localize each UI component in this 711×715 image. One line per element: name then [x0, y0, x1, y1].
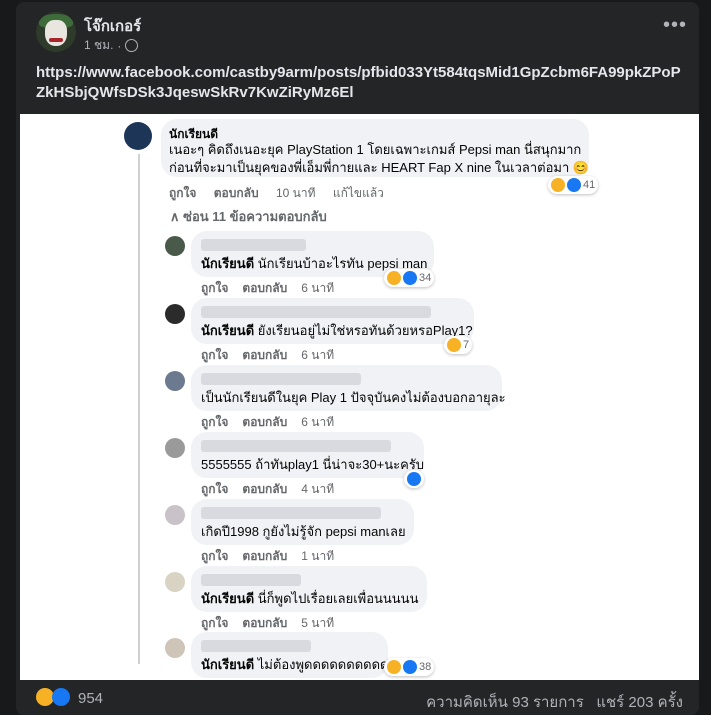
post-meta: 1 ชม. ·	[84, 36, 139, 55]
like-icon	[407, 472, 421, 486]
reply-avatar	[165, 638, 185, 658]
reply-link[interactable]: ตอบกลับ	[242, 281, 287, 295]
meta-dot: ·	[117, 38, 122, 53]
author-avatar[interactable]	[36, 12, 76, 52]
main-comment-reactions[interactable]: 41	[548, 176, 599, 194]
reply-actions: ถูกใจ ตอบกลับ 6 นาที	[201, 279, 334, 298]
reply-link[interactable]: ตอบกลับ	[214, 186, 259, 200]
reply-avatar	[165, 236, 185, 256]
reply-actions: ถูกใจ ตอบกลับ 6 นาที	[201, 413, 334, 432]
reply-actions: ถูกใจ ตอบกลับ 4 นาที	[201, 480, 334, 499]
like-link[interactable]: ถูกใจ	[201, 415, 228, 429]
reply-reactions[interactable]: 34	[384, 269, 435, 287]
reply-actions: ถูกใจ ตอบกลับ 6 นาที	[201, 346, 334, 365]
attached-screenshot[interactable]: นักเรียนดี เนอะๆ คิดถึงเนอะยุค PlayStati…	[20, 114, 699, 680]
reaction-count[interactable]: 954	[78, 690, 103, 707]
reply-text: เกิดปี1998 กูยังไม่รู้จัก pepsi manเลย	[201, 524, 406, 539]
reply-link[interactable]: ตอบกลับ	[242, 616, 287, 630]
blurred-name	[201, 306, 431, 318]
thread-line	[138, 154, 140, 664]
reply-bubble: เป็นนักเรียนดีในยุค Play 1 ปัจจุบันคงไม่…	[191, 365, 506, 411]
reply-reactions[interactable]: 7	[444, 336, 473, 354]
reply-time[interactable]: 6 นาที	[301, 415, 334, 429]
reply-bubble: 5555555 ถ้าทันplay1 นี่น่าจะ30+นะครับ	[191, 432, 424, 478]
main-comment-line1: เนอะๆ คิดถึงเนอะยุค PlayStation 1 โดยเฉพ…	[169, 142, 582, 157]
like-icon[interactable]	[52, 688, 70, 706]
blurred-name	[201, 440, 391, 452]
reply-reactions[interactable]	[404, 470, 424, 488]
reply-bubble: นักเรียนดี ไม่ต้องพูดดดดดดดดดด	[191, 632, 388, 678]
reply-text: นักเรียนดี นี่ก็พูดไปเรื่อยเลยเพื่อนนนนน	[201, 591, 419, 606]
reply-link[interactable]: ตอบกลับ	[242, 348, 287, 362]
reply-bubble: นักเรียนดี ยังเรียนอยู่ไม่ใช่หรอทันด้วยห…	[191, 298, 474, 344]
like-link[interactable]: ถูกใจ	[201, 482, 228, 496]
like-link[interactable]: ถูกใจ	[201, 281, 228, 295]
hide-replies-link[interactable]: ∧ ซ่อน 11 ข้อความตอบกลับ	[170, 206, 327, 227]
author-name[interactable]: โจ๊กเกอร์	[84, 14, 141, 38]
reply-avatar	[165, 572, 185, 592]
blurred-name	[201, 574, 301, 586]
reply-link[interactable]: ตอบกลับ	[242, 415, 287, 429]
reply-avatar	[165, 438, 185, 458]
more-options-icon[interactable]: •••	[663, 15, 687, 35]
reply-link[interactable]: ตอบกลับ	[242, 549, 287, 563]
like-link[interactable]: ถูกใจ	[201, 348, 228, 362]
reply-text: นักเรียนดี ไม่ต้องพูดดดดดดดดดด	[201, 657, 389, 672]
post-stats: ความคิดเห็น 93 รายการ แชร์ 203 ครั้ง	[426, 690, 683, 714]
like-link[interactable]: ถูกใจ	[201, 616, 228, 630]
like-link[interactable]: ถูกใจ	[201, 549, 228, 563]
haha-icon	[447, 338, 461, 352]
blurred-name	[201, 507, 381, 519]
reply-text: เป็นนักเรียนดีในยุค Play 1 ปัจจุบันคงไม่…	[201, 390, 506, 405]
reply-link[interactable]: ตอบกลับ	[242, 482, 287, 496]
reply-bubble: เกิดปี1998 กูยังไม่รู้จัก pepsi manเลย	[191, 499, 414, 545]
reply-actions: ถูกใจ ตอบกลับ 1 นาที	[201, 547, 334, 566]
main-comment-line2: ก่อนที่จะมาเป็นยุคของพี่เอ็มพี่กายและ HE…	[169, 160, 590, 175]
reply-time[interactable]: 6 นาที	[301, 281, 334, 295]
reply-text: นักเรียนดี ยังเรียนอยู่ไม่ใช่หรอทันด้วยห…	[201, 323, 473, 338]
blurred-name	[201, 239, 306, 251]
comment-time[interactable]: 10 นาที	[276, 186, 316, 200]
reply-time[interactable]: 5 นาที	[301, 616, 334, 630]
like-icon	[567, 178, 581, 192]
haha-icon	[551, 178, 565, 192]
reply-reactions[interactable]: 38	[384, 658, 435, 676]
shares-count[interactable]: แชร์ 203 ครั้ง	[596, 694, 683, 711]
commenter-avatar	[124, 122, 152, 150]
like-icon	[403, 660, 417, 674]
reply-avatar	[165, 505, 185, 525]
reply-avatar	[165, 304, 185, 324]
reply-time[interactable]: 4 นาที	[301, 482, 334, 496]
like-link[interactable]: ถูกใจ	[169, 186, 196, 200]
reply-bubble: นักเรียนดี นี่ก็พูดไปเรื่อยเลยเพื่อนนนนน	[191, 566, 427, 612]
edited-label: แก้ไขแล้ว	[332, 186, 384, 200]
blurred-name	[201, 373, 361, 385]
reply-time[interactable]: 1 นาที	[301, 549, 334, 563]
reply-actions: ถูกใจ ตอบกลับ 5 นาที	[201, 614, 334, 633]
post-footer: 954 ความคิดเห็น 93 รายการ แชร์ 203 ครั้ง	[16, 680, 699, 715]
reply-avatar	[165, 371, 185, 391]
comments-count[interactable]: ความคิดเห็น 93 รายการ	[426, 694, 584, 711]
post-time[interactable]: 1 ชม.	[84, 36, 113, 55]
like-icon	[403, 271, 417, 285]
haha-icon	[387, 660, 401, 674]
reply-time[interactable]: 6 นาที	[301, 348, 334, 362]
main-comment-bubble: นักเรียนดี เนอะๆ คิดถึงเนอะยุค PlayStati…	[161, 119, 589, 177]
main-comment-actions: ถูกใจ ตอบกลับ 10 นาที แก้ไขแล้ว	[169, 184, 384, 203]
reply-text: 5555555 ถ้าทันplay1 นี่น่าจะ30+นะครับ	[201, 457, 425, 472]
post-text[interactable]: https://www.facebook.com/castby9arm/post…	[36, 63, 681, 103]
haha-icon	[387, 271, 401, 285]
globe-icon	[125, 39, 139, 52]
blurred-name	[201, 640, 311, 652]
